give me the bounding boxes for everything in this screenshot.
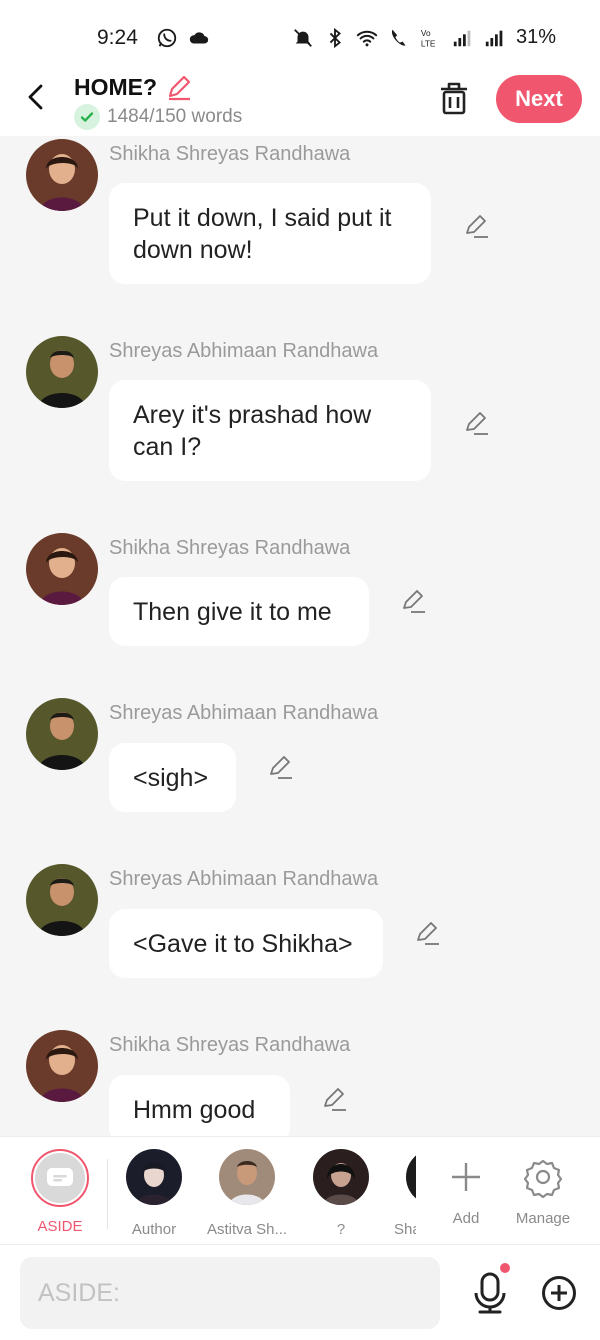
female-avatar[interactable] [26, 533, 98, 605]
manage-characters-button[interactable]: Manage [503, 1149, 583, 1227]
male-avatar[interactable] [26, 864, 98, 936]
message-text: Put it down, I said put it down now! [133, 203, 392, 264]
character-sha[interactable]: Sha [386, 1149, 416, 1238]
chat-bubble-icon [47, 1168, 73, 1186]
character-author[interactable]: Author [114, 1149, 194, 1238]
message-bubble[interactable]: Then give it to me [109, 577, 369, 646]
character-label: Sha [394, 1221, 416, 1238]
message-bubble[interactable]: Hmm good [109, 1075, 290, 1136]
edit-message-icon[interactable] [462, 409, 490, 437]
header: HOME? 1484/150 words Next [0, 70, 600, 136]
microphone-icon[interactable] [470, 1271, 510, 1315]
astitva-avatar [219, 1149, 275, 1205]
add-circle-icon[interactable] [541, 1275, 577, 1311]
female-avatar[interactable] [26, 139, 98, 211]
word-count: 1484/150 words [107, 106, 243, 127]
add-character-button[interactable]: Add [426, 1149, 506, 1227]
message-text: Hmm good [133, 1095, 256, 1124]
wifi-icon [356, 30, 378, 46]
divider [107, 1159, 108, 1229]
character-label: Author [131, 1221, 177, 1238]
next-button[interactable]: Next [496, 75, 582, 123]
edit-message-icon[interactable] [320, 1085, 348, 1113]
gear-icon [523, 1159, 563, 1199]
message-bubble[interactable]: Put it down, I said put it down now! [109, 183, 431, 284]
male-avatar[interactable] [26, 698, 98, 770]
author-avatar [126, 1149, 182, 1205]
check-icon [74, 104, 100, 130]
male-avatar[interactable] [26, 336, 98, 408]
recording-indicator-dot [500, 1263, 510, 1273]
sender-name: Shikha Shreyas Randhawa [109, 143, 351, 165]
edit-message-icon[interactable] [462, 212, 490, 240]
signal-icon [453, 30, 471, 46]
character-label: Astitva Sh... [207, 1221, 287, 1238]
female-avatar[interactable] [26, 1030, 98, 1102]
character-astitva[interactable]: Astitva Sh... [207, 1149, 287, 1238]
character-unknown[interactable]: ? [301, 1149, 381, 1238]
page-title: HOME? [74, 73, 158, 100]
sender-name: Shikha Shreyas Randhawa [109, 1034, 351, 1056]
chat-thread: Shikha Shreyas Randhawa Put it down, I s… [0, 136, 600, 1136]
mute-icon [294, 28, 312, 47]
character-aside[interactable]: ASIDE [20, 1149, 100, 1235]
message-text: Then give it to me [133, 597, 332, 626]
plus-icon [452, 1163, 480, 1191]
edit-message-icon[interactable] [413, 919, 441, 947]
battery-level: 31% [515, 26, 556, 48]
message-bubble[interactable]: <Gave it to Shikha> [109, 909, 383, 978]
status-bar: 9:24 Vo LTE 31% [0, 0, 600, 70]
input-bar [0, 1244, 600, 1340]
unknown-avatar [313, 1149, 369, 1205]
sender-name: Shreyas Abhimaan Randhawa [109, 868, 379, 890]
edit-message-icon[interactable] [266, 753, 294, 781]
character-bar: ASIDE Author Astitva Sh... ? Sha Add Man… [0, 1136, 600, 1244]
sender-name: Shreyas Abhimaan Randhawa [109, 702, 379, 724]
whatsapp-icon [157, 28, 177, 48]
add-label: Add [452, 1210, 480, 1227]
edit-title-icon[interactable] [165, 73, 193, 101]
wifi-calling-icon [391, 29, 406, 46]
message-text: <Gave it to Shikha> [133, 929, 353, 958]
manage-label: Manage [515, 1210, 571, 1227]
character-label: ? [336, 1221, 346, 1238]
back-arrow-icon[interactable] [22, 82, 52, 112]
message-bubble[interactable]: <sigh> [109, 743, 236, 812]
svg-text:LTE: LTE [421, 39, 436, 48]
edit-message-icon[interactable] [399, 587, 427, 615]
sender-name: Shikha Shreyas Randhawa [109, 537, 351, 559]
message-text: <sigh> [133, 763, 209, 792]
sender-name: Shreyas Abhimaan Randhawa [109, 340, 379, 362]
svg-text:Vo: Vo [421, 29, 431, 38]
message-bubble[interactable]: Arey it's prashad how can I? [109, 380, 431, 481]
character-label: ASIDE [37, 1218, 83, 1235]
message-text: Arey it's prashad how can I? [133, 400, 372, 461]
message-input[interactable] [20, 1257, 440, 1329]
status-time: 9:24 [97, 26, 138, 49]
sha-avatar [406, 1149, 416, 1205]
volte-icon: VoLTE [421, 29, 436, 48]
bluetooth-icon [329, 27, 341, 48]
signal-icon [485, 30, 503, 46]
trash-icon[interactable] [437, 80, 471, 116]
cloud-icon [189, 32, 209, 44]
